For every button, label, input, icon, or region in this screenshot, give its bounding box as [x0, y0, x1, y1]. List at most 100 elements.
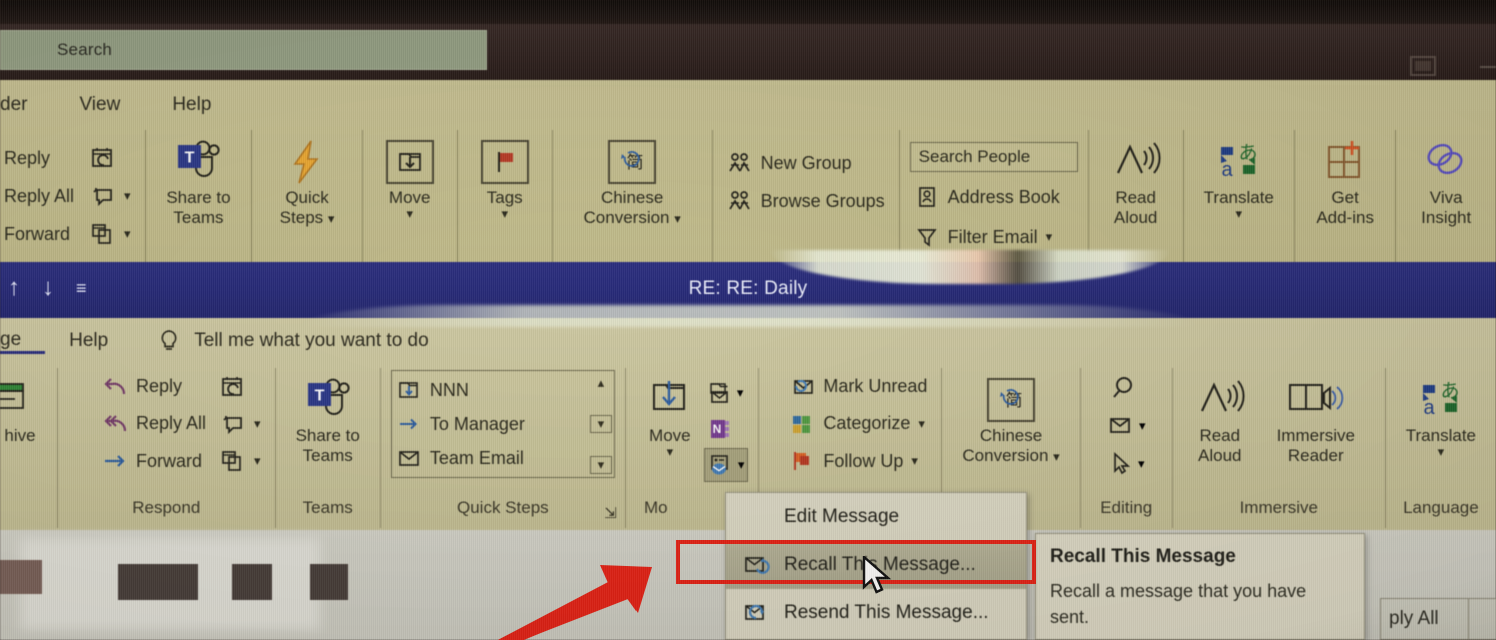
reply-all-button[interactable]: Reply All [0, 177, 78, 215]
actions-dropdown-button[interactable]: ▾ [703, 448, 749, 482]
tell-me-box[interactable]: Tell me what you want to do [132, 328, 429, 354]
group-delete: hive [0, 368, 58, 528]
select-button[interactable]: ▾ [1104, 447, 1149, 481]
menu-item-edit-message[interactable]: Edit Message [726, 493, 1026, 541]
minimize-button[interactable] [1480, 66, 1496, 68]
cursor-pointer-icon [1108, 451, 1134, 477]
menu-item-label: Resend This Message... [784, 602, 989, 623]
filter-funnel-icon [914, 225, 940, 249]
svg-text:简: 简 [627, 153, 644, 173]
browse-groups-button[interactable]: Browse Groups [723, 182, 889, 220]
chevron-down-icon[interactable]: ▾ [911, 454, 918, 467]
categorize-button[interactable]: Categorize ▾ [785, 405, 931, 442]
forward-as-attachment-button[interactable]: ▾ [86, 215, 135, 253]
search-input[interactable]: Search [0, 30, 487, 70]
scroll-more-button[interactable]: ▾ [589, 456, 612, 474]
tags-button[interactable]: Tags ▾ [468, 130, 542, 262]
chat-reply-icon [90, 184, 116, 208]
quick-step-item[interactable]: NNN [392, 373, 588, 407]
chinese-conversion-label-1: Chinese [600, 188, 664, 207]
viva-insights-button[interactable]: Viva Insight [1409, 130, 1483, 262]
chinese-conversion-label-2-text: Conversion [583, 208, 670, 227]
quick-steps-scrollbar[interactable]: ▴ ▾ ▾ [588, 372, 614, 476]
read-aloud-button[interactable]: Read Aloud [1099, 130, 1173, 262]
move-button[interactable]: Move ▾ [373, 130, 447, 262]
chevron-down-icon[interactable]: ▾ [328, 211, 335, 226]
related-button[interactable]: ▾ [1104, 409, 1149, 443]
tab-message[interactable]: ge [0, 329, 46, 354]
onenote-button[interactable]: N [704, 412, 749, 446]
chevron-down-icon[interactable]: ▾ [1139, 419, 1146, 432]
chinese-conversion-label-2-text-message: Conversion [962, 446, 1049, 465]
translate-label: Translate [1203, 188, 1274, 207]
chinese-conversion-icon: 简 [987, 374, 1036, 426]
chevron-down-icon[interactable]: ▾ [1053, 449, 1060, 464]
rules-icon [707, 381, 733, 405]
group-respond-message: Reply Reply All Forward ▾ ▾ Respond [58, 368, 276, 528]
chevron-down-icon[interactable]: ▾ [1138, 457, 1145, 470]
tab-view[interactable]: View [53, 94, 146, 116]
reply-with-im-button[interactable]: ▾ [86, 177, 135, 215]
scroll-down-button[interactable]: ▾ [589, 415, 612, 433]
browse-groups-label: Browse Groups [760, 190, 885, 211]
reply-button-message[interactable]: Reply [98, 368, 210, 405]
translate-button[interactable]: a あ Translate ▾ [1194, 130, 1284, 262]
tab-help[interactable]: Help [146, 94, 237, 116]
quick-step-item[interactable]: Team Email [392, 441, 588, 475]
chevron-down-icon[interactable]: ▾ [254, 417, 261, 430]
new-group-button[interactable]: New Group [723, 144, 889, 182]
more-respond-button[interactable]: ▾ [216, 443, 265, 480]
meeting-button-message[interactable] [216, 368, 265, 405]
get-add-ins-button[interactable]: Get Add-ins [1306, 130, 1384, 262]
meeting-button[interactable] [86, 139, 135, 177]
no-icon-placeholder [742, 504, 772, 530]
ribbon-display-options-icon[interactable] [1410, 56, 1436, 76]
translate-icon: a あ [1415, 374, 1467, 426]
forward-button-message[interactable]: Forward [98, 443, 210, 480]
svg-text:T: T [185, 150, 195, 167]
chevron-down-icon[interactable]: ▾ [254, 454, 261, 467]
chevron-down-icon[interactable]: ▾ [1236, 207, 1243, 220]
quick-steps-button[interactable]: Quick Steps ▾ [270, 130, 345, 262]
move-label-message: Move [649, 426, 691, 445]
meeting-copy-icon [90, 222, 116, 246]
quick-step-item[interactable]: To Manager [392, 407, 588, 441]
chevron-down-icon[interactable]: ▾ [501, 207, 508, 220]
immersive-reader-label-1: Immersive [1276, 426, 1355, 445]
tab-help-message[interactable]: Help [45, 330, 132, 352]
address-book-icon [914, 185, 940, 209]
message-ribbon-tabs: ge Help Tell me what you want to do [0, 322, 1496, 360]
chevron-down-icon[interactable]: ▾ [674, 211, 681, 226]
chevron-down-icon[interactable]: ▾ [737, 386, 744, 399]
search-icon [1111, 374, 1141, 402]
chevron-down-icon[interactable]: ▾ [124, 227, 131, 240]
scroll-up-button[interactable]: ▴ [590, 374, 612, 392]
reply-all-button-message[interactable]: Reply All [98, 405, 210, 442]
quick-steps-label-2-text: Steps [279, 208, 324, 227]
reply-with-im-button-message[interactable]: ▾ [216, 405, 265, 442]
chevron-down-icon[interactable]: ▾ [1438, 445, 1445, 458]
share-to-teams-label-2: Teams [173, 208, 224, 227]
search-people-input[interactable]: Search People [909, 142, 1078, 172]
mark-unread-button[interactable]: Mark Unread [785, 368, 931, 405]
find-button[interactable] [1104, 371, 1149, 405]
chevron-down-icon[interactable]: ▾ [124, 189, 131, 202]
chinese-conversion-label-2: Conversion ▾ [584, 208, 681, 228]
chevron-down-icon[interactable]: ▾ [918, 417, 925, 430]
chevron-down-icon[interactable]: ▾ [406, 207, 413, 220]
chinese-conversion-button[interactable]: 简 Chinese Conversion ▾ [574, 130, 691, 262]
rules-button[interactable]: ▾ [704, 376, 749, 410]
translate-icon: a あ [1213, 136, 1265, 188]
follow-up-button[interactable]: Follow Up ▾ [785, 443, 931, 480]
categorize-label: Categorize [823, 413, 911, 434]
archive-button[interactable]: hive [0, 368, 50, 528]
share-to-teams-button[interactable]: T Share to Teams [156, 130, 240, 262]
chevron-down-icon[interactable]: ▾ [1046, 230, 1053, 243]
forward-button[interactable]: Forward [0, 215, 78, 253]
chevron-down-icon[interactable]: ▾ [667, 445, 674, 458]
chevron-down-icon[interactable]: ▾ [738, 458, 745, 471]
reply-button[interactable]: Reply [0, 139, 78, 177]
address-book-label: Address Book [947, 186, 1060, 207]
address-book-button[interactable]: Address Book [910, 178, 1078, 216]
tab-folder[interactable]: der [0, 94, 53, 116]
